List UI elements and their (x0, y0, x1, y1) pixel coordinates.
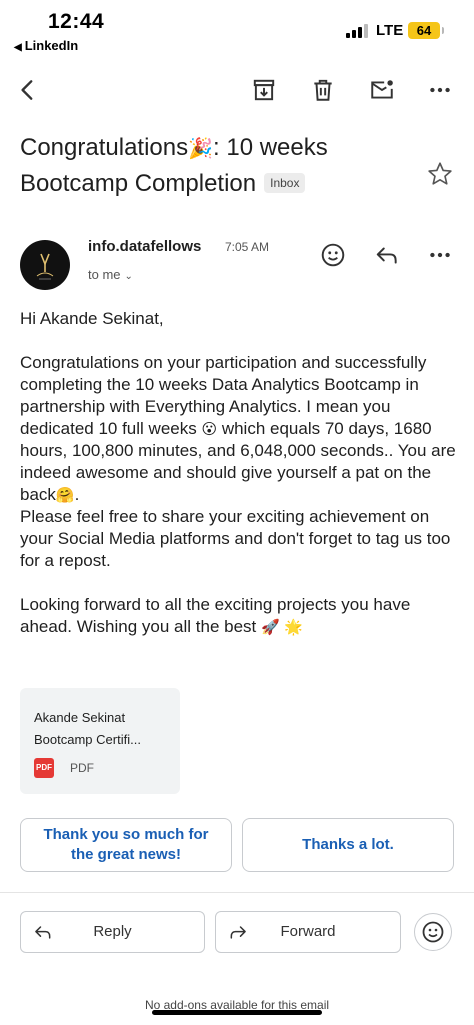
surprised-face-emoji: 😮 (201, 420, 218, 438)
chevron-down-icon: ⌄ (124, 271, 133, 282)
datafellows-logo-icon (36, 253, 54, 280)
status-time: 12:44 (48, 10, 105, 33)
subject-text-1: Congratulations (20, 134, 189, 161)
smart-reply-1[interactable]: Thank you so much for the great news! (20, 818, 232, 872)
attachment-type: PDF (70, 761, 94, 775)
battery-icon: 64 (408, 22, 444, 39)
forward-button[interactable]: Forward (215, 911, 401, 953)
forward-label: Forward (280, 923, 336, 940)
emoji-reaction-icon[interactable] (318, 240, 348, 270)
network-type: LTE (376, 22, 404, 39)
signal-bars-icon (346, 22, 370, 38)
greeting: Hi Akande Sekinat, (20, 309, 164, 328)
sender-avatar[interactable] (20, 240, 70, 290)
pdf-attachment-card[interactable]: Akande Sekinat Bootcamp Certifi... PDF P… (20, 688, 180, 794)
pdf-file-icon: PDF (34, 758, 54, 778)
body-paragraph-2: Please feel free to share your exciting … (20, 507, 451, 570)
divider (0, 892, 474, 893)
back-triangle-icon: ◀ (14, 42, 22, 53)
back-to-app-link[interactable]: ◀ LinkedIn (14, 38, 78, 53)
inbox-label-badge[interactable]: Inbox (264, 173, 306, 193)
reply-icon[interactable] (372, 240, 402, 270)
home-indicator[interactable] (152, 1010, 322, 1015)
reply-label: Reply (93, 923, 132, 940)
message-more-icon[interactable] (425, 240, 455, 270)
recipient-label: to me (88, 267, 121, 282)
delete-icon[interactable] (307, 74, 339, 106)
back-arrow-icon[interactable] (12, 74, 44, 106)
body-paragraph-1: Congratulations on your participation an… (20, 353, 456, 504)
email-time: 7:05 AM (225, 240, 270, 254)
party-popper-emoji: 🎉 (188, 136, 214, 160)
sender-name[interactable]: info.datafellows (88, 238, 201, 255)
star-icon[interactable] (426, 160, 454, 188)
email-subject: Congratulations🎉: 10 weeks Bootcamp Comp… (20, 130, 420, 201)
rocket-star-emoji: 🚀 🌟 (260, 618, 304, 636)
recipient-details-toggle[interactable]: to me ⌄ (88, 267, 133, 282)
smart-reply-2[interactable]: Thanks a lot. (242, 818, 454, 872)
archive-icon[interactable] (248, 74, 280, 106)
email-body: Hi Akande Sekinat, Congratulations on yo… (20, 308, 466, 638)
hugging-face-emoji: 🤗 (55, 486, 75, 504)
react-emoji-button[interactable] (414, 913, 452, 951)
smiley-icon (422, 921, 444, 943)
more-options-icon[interactable] (424, 74, 456, 106)
email-toolbar (0, 66, 474, 114)
attachment-title: Akande Sekinat (34, 710, 126, 725)
status-bar: 12:44 ◀ LinkedIn LTE 64 (0, 0, 474, 60)
attachment-filename: Bootcamp Certifi... (34, 732, 141, 747)
mark-unread-icon[interactable] (366, 74, 398, 106)
reply-button[interactable]: Reply (20, 911, 205, 953)
back-app-label: LinkedIn (24, 38, 79, 53)
body-paragraph-3: Looking forward to all the exciting proj… (20, 595, 411, 636)
